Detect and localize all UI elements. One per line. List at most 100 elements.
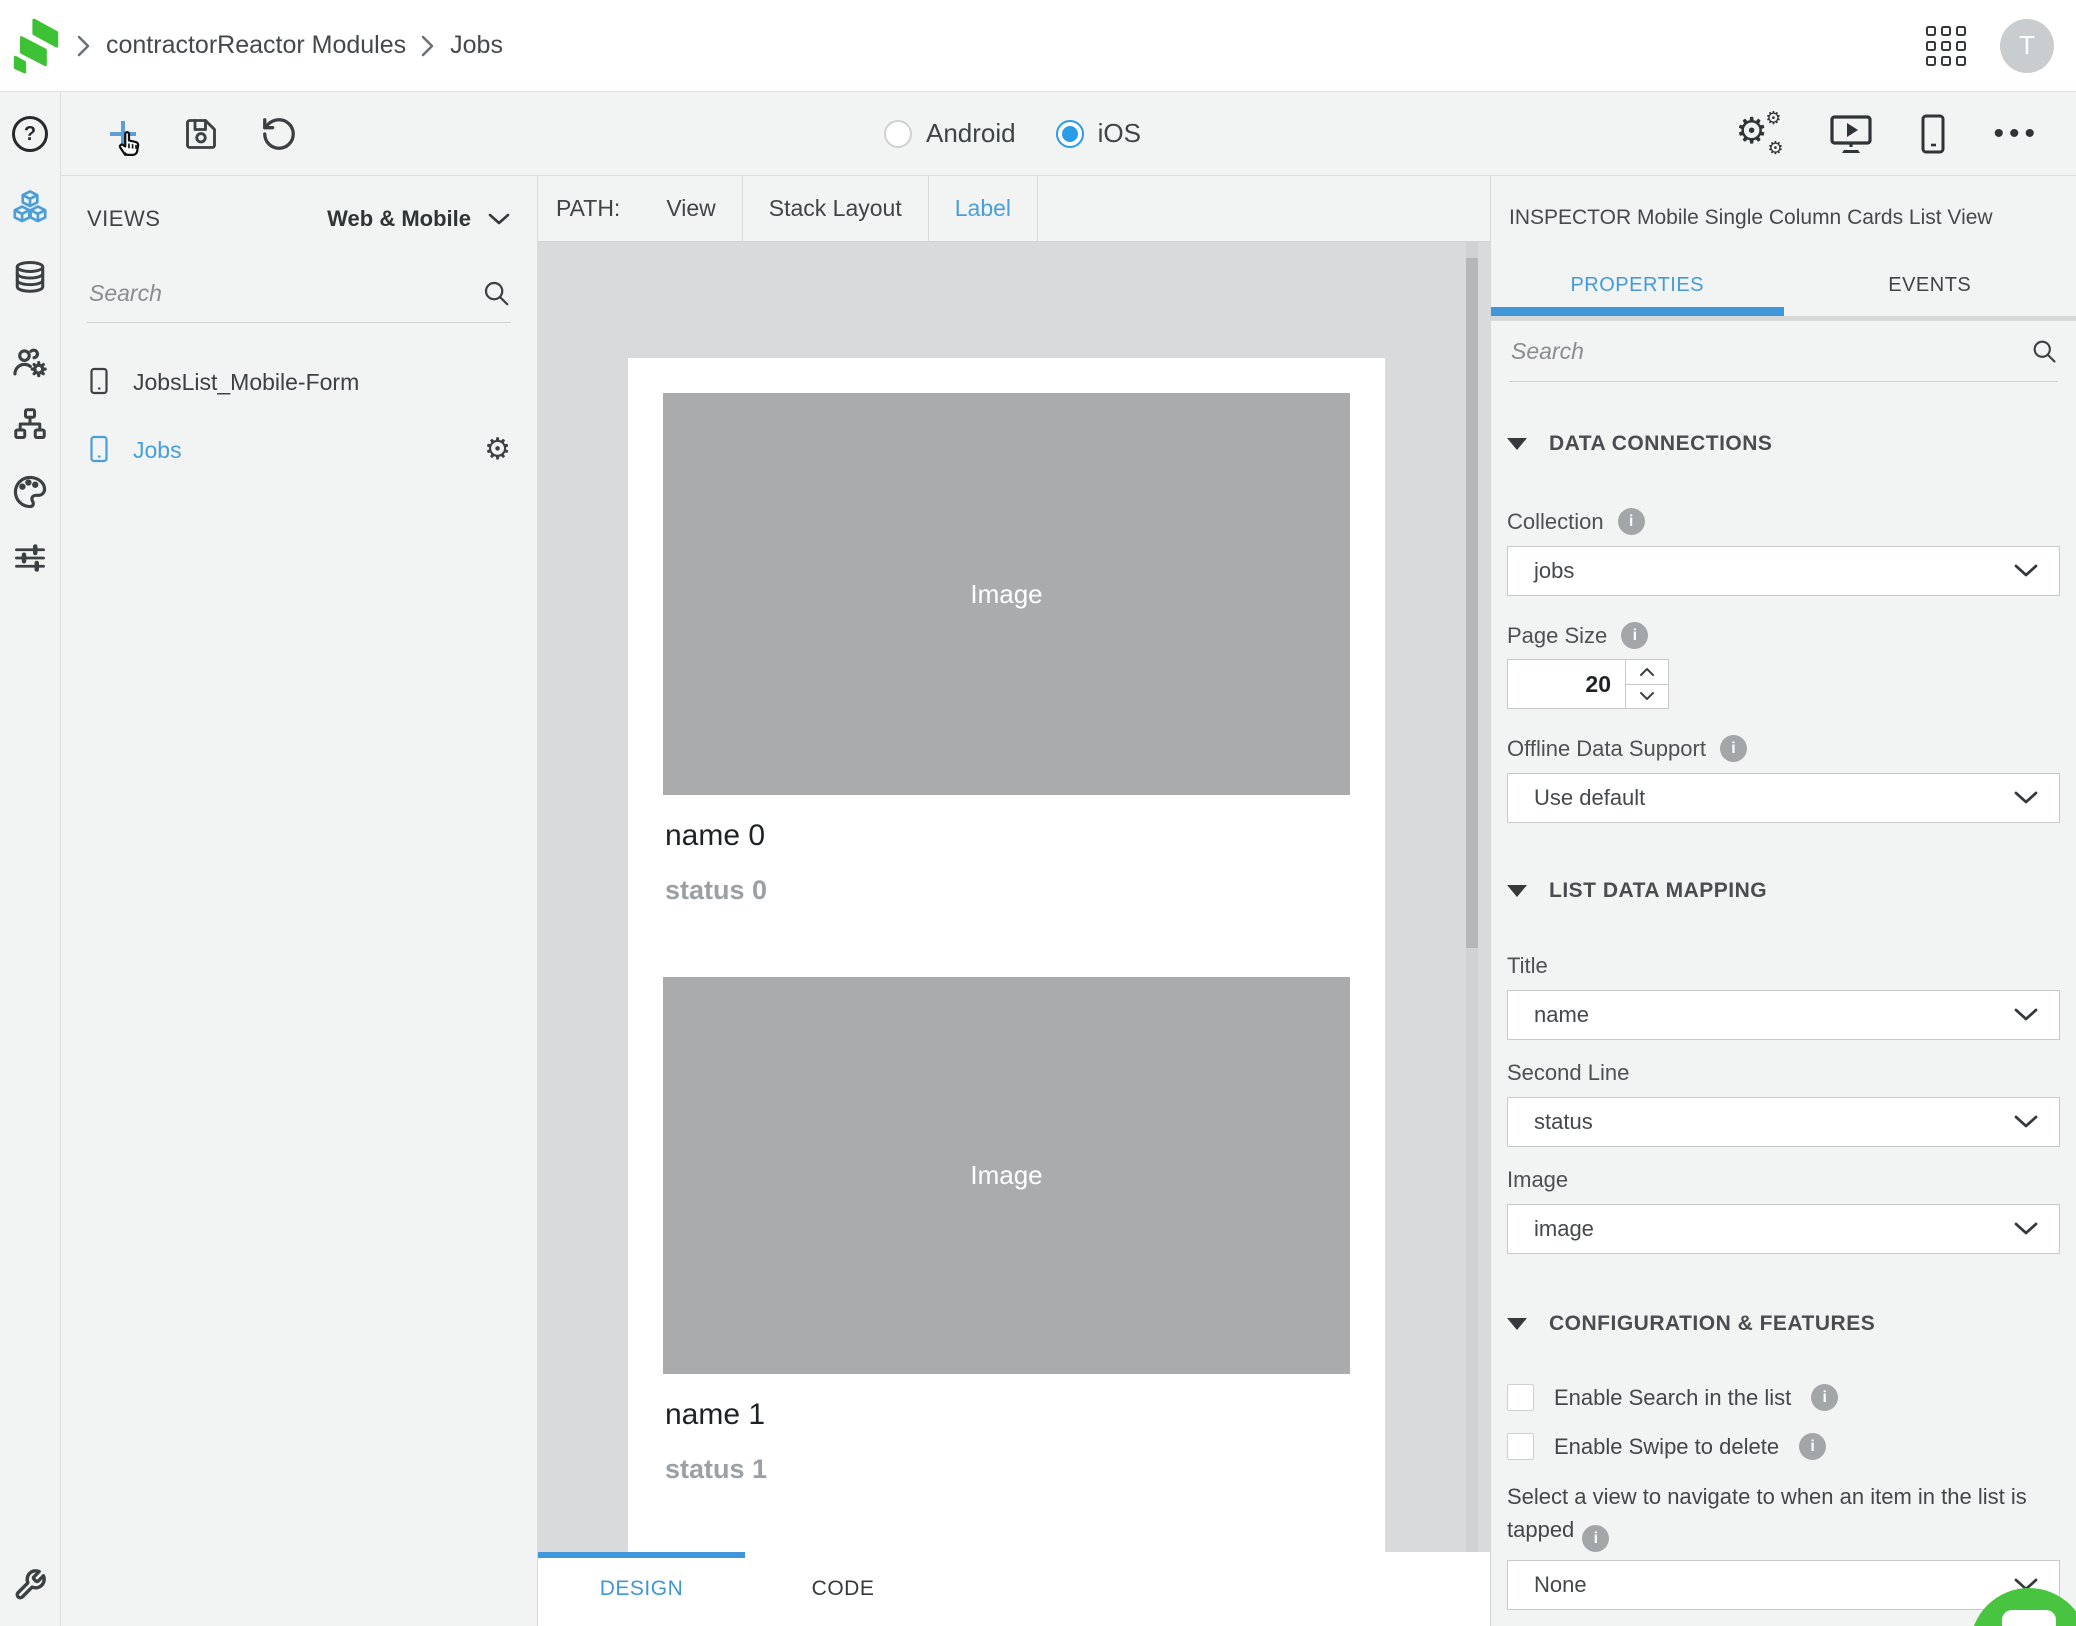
info-icon[interactable]: i [1618, 508, 1645, 535]
card-subtitle[interactable]: status 1 [665, 1454, 1385, 1485]
save-button[interactable] [181, 114, 221, 154]
card-title[interactable]: name 0 [665, 819, 1385, 853]
path-segment-stack-layout[interactable]: Stack Layout [743, 176, 929, 241]
mobile-view-icon [87, 367, 111, 397]
section-data-connections[interactable]: DATA CONNECTIONS [1507, 432, 2060, 456]
views-scope-value: Web & Mobile [327, 206, 471, 232]
design-canvas-area: PATH: View Stack Layout Label Image name… [538, 176, 1490, 1626]
tab-properties[interactable]: PROPERTIES [1491, 264, 1784, 316]
section-title: DATA CONNECTIONS [1549, 432, 1772, 456]
tab-code[interactable]: CODE [778, 1552, 908, 1626]
card-title[interactable]: name 1 [665, 1398, 1385, 1432]
page-size-stepper[interactable]: 20 [1507, 659, 1669, 709]
info-icon[interactable]: i [1720, 735, 1747, 762]
path-segment-label[interactable]: Label [929, 176, 1038, 241]
database-icon[interactable] [12, 259, 48, 295]
sitemap-icon[interactable] [12, 406, 48, 442]
card-subtitle[interactable]: status 0 [665, 875, 1385, 906]
help-icon[interactable]: ? [12, 116, 48, 152]
search-icon [2030, 337, 2058, 365]
section-list-data-mapping[interactable]: LIST DATA MAPPING [1507, 879, 2060, 903]
card-image-placeholder[interactable]: Image [663, 977, 1350, 1374]
breadcrumb-chevron-icon [76, 33, 92, 59]
card-image-placeholder[interactable]: Image [663, 393, 1350, 795]
canvas-scrollbar-thumb[interactable] [1466, 258, 1478, 948]
title-mapping-value: name [1534, 1002, 1589, 1028]
views-panel-title: VIEWS [87, 206, 160, 232]
enable-search-checkbox[interactable] [1507, 1384, 1534, 1411]
radio-checked-icon [1056, 120, 1084, 148]
title-mapping-dropdown[interactable]: name [1507, 990, 2060, 1040]
info-icon[interactable]: i [1582, 1525, 1609, 1552]
phone-preview-icon[interactable] [1919, 113, 1947, 155]
undo-button[interactable] [259, 114, 299, 154]
settings-sliders-icon[interactable] [12, 540, 48, 576]
view-settings-gear-icon[interactable]: ⚙ [484, 435, 511, 465]
left-icon-rail: ? [0, 92, 61, 1626]
enable-swipe-row: Enable Swipe to delete i [1507, 1433, 2060, 1460]
apps-grid-icon[interactable] [1926, 26, 1966, 66]
view-item-label: Jobs [133, 437, 182, 464]
inspector-panel: INSPECTOR Mobile Single Column Cards Lis… [1490, 176, 2076, 1626]
section-title: CONFIGURATION & FEATURES [1549, 1312, 1875, 1336]
mobile-view-icon [87, 435, 111, 465]
offline-data-support-label: Offline Data Support i [1507, 735, 2060, 762]
path-segment-view[interactable]: View [640, 176, 742, 241]
theme-palette-icon[interactable] [11, 473, 49, 511]
image-mapping-value: image [1534, 1216, 1594, 1242]
chevron-up-icon [1639, 667, 1655, 677]
inspector-search-input[interactable] [1509, 337, 2030, 366]
enable-swipe-checkbox[interactable] [1507, 1433, 1534, 1460]
offline-data-support-value: Use default [1534, 785, 1645, 811]
chevron-down-icon [2013, 1007, 2039, 1023]
navigate-view-dropdown[interactable]: None [1507, 1560, 2060, 1610]
view-item-jobslist-mobile-form[interactable]: JobsList_Mobile-Form [87, 367, 511, 397]
page-size-value[interactable]: 20 [1508, 660, 1625, 708]
breadcrumb-chevron-icon [420, 33, 436, 59]
inspector-title: INSPECTOR Mobile Single Column Cards Lis… [1509, 206, 2058, 230]
phone-preview[interactable]: Image name 0 status 0 Image name 1 statu… [628, 358, 1385, 1552]
section-title: LIST DATA MAPPING [1549, 879, 1767, 903]
platform-ios-radio[interactable]: iOS [1056, 118, 1141, 149]
second-line-mapping-dropdown[interactable]: status [1507, 1097, 2060, 1147]
inspector-search[interactable] [1509, 321, 2058, 382]
views-search-input[interactable] [87, 279, 481, 308]
views-scope-dropdown[interactable]: Web & Mobile [327, 206, 511, 232]
views-search[interactable] [87, 278, 511, 323]
info-icon[interactable]: i [1799, 1433, 1826, 1460]
image-mapping-dropdown[interactable]: image [1507, 1204, 2060, 1254]
inspector-tabs: PROPERTIES EVENTS [1491, 264, 2076, 316]
platform-android-radio[interactable]: Android [884, 118, 1016, 149]
stepper-down-button[interactable] [1626, 684, 1668, 709]
mouse-cursor-hand-icon [111, 123, 145, 159]
tab-events[interactable]: EVENTS [1784, 264, 2076, 316]
breadcrumb-app[interactable]: contractorReactor Modules [106, 31, 406, 60]
live-preview-icon[interactable] [1829, 114, 1873, 154]
views-panel: VIEWS Web & Mobile JobsList_Mobile-Form [61, 176, 538, 1626]
avatar[interactable]: T [2000, 19, 2054, 73]
collapse-caret-icon [1507, 1318, 1527, 1330]
breadcrumb-page[interactable]: Jobs [450, 31, 503, 60]
widgets-cubes-icon[interactable] [11, 188, 49, 226]
canvas[interactable]: Image name 0 status 0 Image name 1 statu… [538, 242, 1490, 1552]
info-icon[interactable]: i [1811, 1384, 1838, 1411]
info-icon[interactable]: i [1621, 622, 1648, 649]
chevron-down-icon [2013, 1221, 2039, 1237]
users-roles-icon[interactable] [11, 343, 49, 381]
collection-dropdown[interactable]: jobs [1507, 546, 2060, 596]
second-line-mapping-value: status [1534, 1109, 1593, 1135]
enable-swipe-label: Enable Swipe to delete [1554, 1434, 1779, 1460]
tab-design[interactable]: DESIGN [538, 1552, 745, 1626]
offline-data-support-dropdown[interactable]: Use default [1507, 773, 2060, 823]
stepper-up-button[interactable] [1626, 660, 1668, 684]
brand-logo-icon[interactable] [10, 15, 62, 77]
settings-gears-icon[interactable]: ⚙⚙⚙ [1737, 113, 1783, 155]
view-item-jobs[interactable]: Jobs ⚙ [87, 435, 511, 465]
tools-wrench-icon[interactable] [13, 1568, 47, 1602]
add-widget-button[interactable] [103, 114, 143, 154]
canvas-scrollbar [1466, 242, 1478, 1552]
more-ellipsis-icon[interactable]: ••• [1993, 129, 2040, 139]
collection-value: jobs [1534, 558, 1574, 584]
title-mapping-label: Title [1507, 953, 2060, 979]
section-configuration-features[interactable]: CONFIGURATION & FEATURES [1507, 1312, 2060, 1336]
